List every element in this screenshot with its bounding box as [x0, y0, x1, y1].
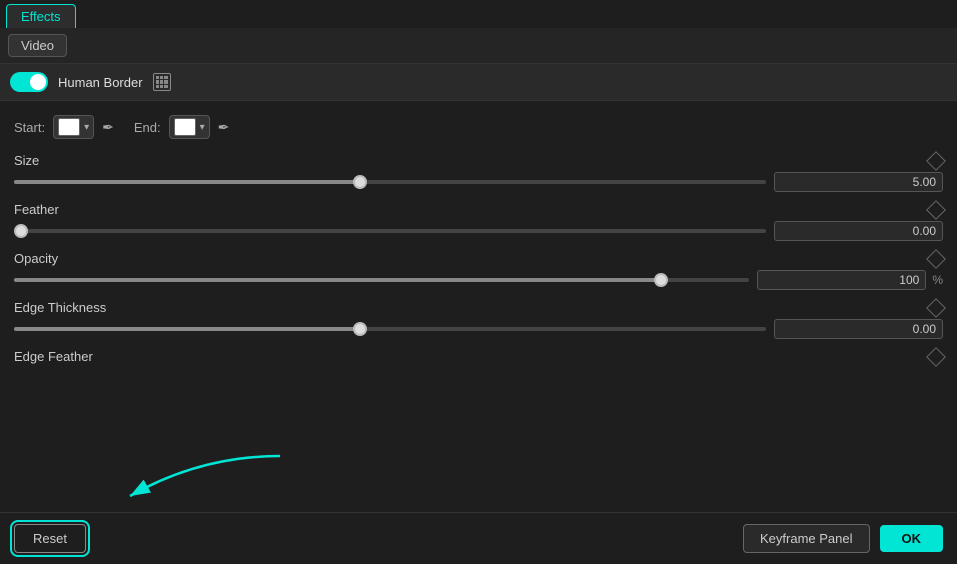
edge-thickness-slider-wrapper	[14, 319, 943, 339]
keyframe-panel-button[interactable]: Keyframe Panel	[743, 524, 870, 553]
end-color-arrow: ▾	[200, 122, 205, 133]
size-slider-thumb[interactable]	[353, 175, 367, 189]
opacity-keyframe-icon[interactable]	[926, 249, 946, 269]
content-area: Start: ▾ ✒ End: ▾ ✒ Size Feather	[0, 101, 957, 384]
ok-button[interactable]: OK	[880, 525, 944, 552]
edge-thickness-slider-row: Edge Thickness	[14, 300, 943, 339]
bottom-right-actions: Keyframe Panel OK	[743, 524, 943, 553]
second-row: Video	[0, 28, 957, 64]
size-value-input[interactable]	[774, 172, 943, 192]
size-keyframe-icon[interactable]	[926, 151, 946, 171]
end-color-swatch	[174, 118, 196, 136]
reset-button[interactable]: Reset	[14, 524, 86, 553]
edge-thickness-value-input[interactable]	[774, 319, 943, 339]
arrow-annotation	[100, 446, 300, 506]
tab-effects[interactable]: Effects	[6, 4, 76, 28]
tab-video[interactable]: Video	[8, 34, 67, 57]
size-slider-row: Size	[14, 153, 943, 192]
edge-feather-row: Edge Feather	[14, 349, 943, 368]
start-label: Start:	[14, 120, 45, 135]
edge-feather-keyframe-icon[interactable]	[926, 347, 946, 367]
opacity-slider-track[interactable]	[14, 278, 749, 282]
opacity-slider-row: Opacity %	[14, 251, 943, 290]
opacity-slider-fill	[14, 278, 661, 282]
grid-settings-icon[interactable]	[153, 73, 171, 91]
start-eyedropper-icon[interactable]: ✒	[102, 119, 114, 136]
start-color-picker[interactable]: ▾	[53, 115, 94, 139]
color-row: Start: ▾ ✒ End: ▾ ✒	[14, 115, 943, 139]
edge-thickness-keyframe-icon[interactable]	[926, 298, 946, 318]
feather-slider-thumb[interactable]	[14, 224, 28, 238]
feather-slider-track[interactable]	[14, 229, 766, 233]
edge-thickness-slider-fill	[14, 327, 360, 331]
edge-thickness-label: Edge Thickness	[14, 300, 106, 315]
human-border-toggle[interactable]	[10, 72, 48, 92]
bottom-bar: Reset Keyframe Panel OK	[0, 512, 957, 564]
opacity-label: Opacity	[14, 251, 58, 266]
size-slider-wrapper	[14, 172, 943, 192]
size-slider-fill	[14, 180, 360, 184]
end-label: End:	[134, 120, 161, 135]
edge-thickness-slider-track[interactable]	[14, 327, 766, 331]
feather-value-input[interactable]	[774, 221, 943, 241]
edge-thickness-slider-thumb[interactable]	[353, 322, 367, 336]
opacity-slider-thumb[interactable]	[654, 273, 668, 287]
top-tabs: Effects	[0, 0, 957, 28]
feather-slider-wrapper	[14, 221, 943, 241]
size-slider-track[interactable]	[14, 180, 766, 184]
end-color-picker[interactable]: ▾	[169, 115, 210, 139]
size-label: Size	[14, 153, 39, 168]
opacity-unit: %	[932, 273, 943, 287]
feather-keyframe-icon[interactable]	[926, 200, 946, 220]
start-color-swatch	[58, 118, 80, 136]
start-color-arrow: ▾	[84, 122, 89, 133]
opacity-slider-wrapper: %	[14, 270, 943, 290]
human-border-label: Human Border	[58, 75, 143, 90]
toggle-row: Human Border	[0, 64, 957, 101]
opacity-value-input[interactable]	[757, 270, 926, 290]
edge-feather-label: Edge Feather	[14, 349, 93, 364]
end-eyedropper-icon[interactable]: ✒	[218, 119, 230, 136]
feather-label: Feather	[14, 202, 59, 217]
feather-slider-row: Feather	[14, 202, 943, 241]
